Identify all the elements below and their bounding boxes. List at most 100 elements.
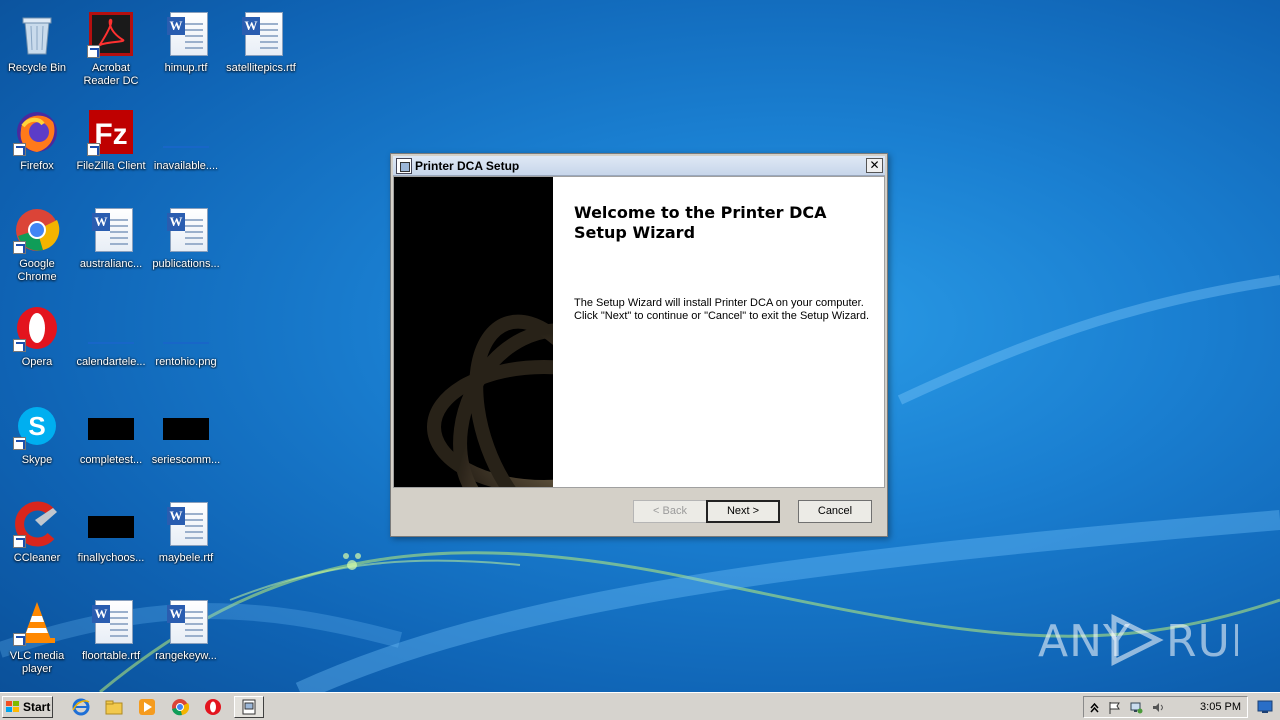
- acrobat-icon: [87, 10, 135, 58]
- desktop-icon-label: publications...: [152, 258, 220, 270]
- desktop-icon-satellitepics[interactable]: W satellitepics.rtf: [224, 4, 298, 96]
- media-player-icon[interactable]: [138, 698, 156, 716]
- description-line: The Setup Wizard will install Printer DC…: [574, 297, 864, 309]
- shortcut-arrow-icon: [13, 143, 26, 156]
- desktop-icon-label: rentohio.png: [155, 356, 217, 368]
- black-file-icon: [162, 402, 210, 450]
- desktop-icon-vlc[interactable]: VLC media player: [0, 592, 74, 684]
- desktop-icon-finallychoos[interactable]: finallychoos...: [74, 494, 148, 586]
- desktop-icon-floortable[interactable]: W floortable.rtf: [74, 592, 148, 684]
- desktop-icon-label: Recycle Bin: [7, 62, 67, 74]
- firefox-icon: [13, 108, 61, 156]
- filezilla-icon: Fz: [87, 108, 135, 156]
- image-file-icon: [162, 304, 210, 352]
- desktop-icon-himup[interactable]: W himup.rtf: [149, 4, 223, 96]
- desktop-icon-label: CCleaner: [13, 552, 61, 564]
- action-center-flag-icon[interactable]: [1108, 701, 1121, 714]
- desktop-icon-label: finallychoos...: [77, 552, 145, 564]
- recycle-bin-icon: [13, 10, 61, 58]
- desktop-icon-label: satellitepics.rtf: [226, 62, 296, 74]
- word-document-icon: W: [87, 206, 135, 254]
- desktop-icon-label: maybele.rtf: [158, 552, 214, 564]
- cancel-button[interactable]: Cancel: [798, 500, 872, 523]
- desktop-icon-label: Skype: [21, 454, 53, 466]
- word-document-icon: W: [162, 206, 210, 254]
- close-button[interactable]: ✕: [866, 158, 883, 173]
- wizard-description: The Setup Wizard will install Printer DC…: [574, 297, 874, 323]
- desktop-icon-skype[interactable]: S Skype: [0, 396, 74, 488]
- desktop-icon-label: completest...: [79, 454, 143, 466]
- shortcut-arrow-icon: [13, 339, 26, 352]
- installer-icon: [396, 158, 412, 174]
- desktop-icon-label: Opera: [21, 356, 53, 368]
- desktop-icon-acrobat[interactable]: Acrobat Reader DC: [74, 4, 148, 96]
- setup-wizard-dialog: Printer DCA Setup ✕ Welcome to the Print…: [390, 153, 888, 537]
- desktop-icon-completest[interactable]: completest...: [74, 396, 148, 488]
- desktop-icon-label: Firefox: [20, 160, 54, 172]
- desktop-icon-label: VLC media player: [9, 650, 65, 675]
- network-icon[interactable]: [1130, 701, 1143, 714]
- skype-icon: S: [13, 402, 61, 450]
- shortcut-arrow-icon: [13, 633, 26, 646]
- chrome-icon: [13, 206, 61, 254]
- black-file-icon: [87, 500, 135, 548]
- description-line: Click "Next" to continue or "Cancel" to …: [574, 310, 870, 322]
- word-document-icon: W: [87, 598, 135, 646]
- wizard-body: Welcome to the Printer DCA Setup Wizard …: [393, 176, 885, 488]
- back-button[interactable]: < Back: [633, 500, 707, 523]
- shortcut-arrow-icon: [87, 45, 100, 58]
- start-button[interactable]: Start: [2, 696, 53, 718]
- desktop-icon-seriescomm[interactable]: seriescomm...: [149, 396, 223, 488]
- desktop-icon-publications[interactable]: W publications...: [149, 200, 223, 292]
- desktop: Recycle Bin Firefox Google Chrome Opera …: [0, 0, 1280, 692]
- desktop-icon-rentohio[interactable]: rentohio.png: [149, 298, 223, 390]
- system-tray: 3:05 PM: [1083, 696, 1248, 718]
- internet-explorer-icon[interactable]: [72, 698, 90, 716]
- opera-taskbar-icon[interactable]: [204, 698, 222, 716]
- image-file-icon: [87, 304, 135, 352]
- file-explorer-icon[interactable]: [105, 698, 123, 716]
- desktop-icon-ccleaner[interactable]: CCleaner: [0, 494, 74, 586]
- desktop-icon-rangekeyw[interactable]: W rangekeyw...: [149, 592, 223, 684]
- desktop-icon-label: inavailable....: [153, 160, 219, 172]
- wizard-heading: Welcome to the Printer DCA Setup Wizard: [574, 203, 827, 242]
- start-label: Start: [23, 700, 51, 714]
- installer-icon: [242, 699, 256, 715]
- show-desktop-button[interactable]: [1252, 696, 1278, 718]
- desktop-icon-australianc[interactable]: W australianc...: [74, 200, 148, 292]
- next-button[interactable]: Next >: [706, 500, 780, 523]
- clock[interactable]: 3:05 PM: [1200, 701, 1241, 713]
- word-document-icon: W: [162, 10, 210, 58]
- desktop-icon-firefox[interactable]: Firefox: [0, 102, 74, 194]
- desktop-icon-calendartele[interactable]: calendartele...: [74, 298, 148, 390]
- vlc-cone-icon: [13, 598, 61, 646]
- dialog-title-bar[interactable]: Printer DCA Setup ✕: [393, 156, 885, 176]
- word-document-icon: W: [162, 500, 210, 548]
- desktop-icon-recycle-bin[interactable]: Recycle Bin: [0, 4, 74, 96]
- desktop-icon-google-chrome[interactable]: Google Chrome: [0, 200, 74, 292]
- word-document-icon: W: [162, 598, 210, 646]
- desktop-icon-label: seriescomm...: [151, 454, 221, 466]
- taskbar: Start 3:05 PM: [0, 692, 1280, 720]
- chrome-taskbar-icon[interactable]: [171, 698, 190, 716]
- ccleaner-icon: [13, 500, 61, 548]
- show-hidden-icons-icon[interactable]: [1088, 701, 1101, 714]
- desktop-icon-inavailable[interactable]: inavailable....: [149, 102, 223, 194]
- wizard-button-row: < Back Next > Cancel: [391, 490, 887, 536]
- desktop-icon-label: Acrobat Reader DC: [83, 62, 139, 87]
- black-file-icon: [87, 402, 135, 450]
- desktop-icon-filezilla[interactable]: Fz FileZilla Client: [74, 102, 148, 194]
- shortcut-arrow-icon: [87, 143, 100, 156]
- desktop-icon-maybele[interactable]: W maybele.rtf: [149, 494, 223, 586]
- svg-text:S: S: [28, 411, 45, 441]
- wizard-content: Welcome to the Printer DCA Setup Wizard …: [574, 203, 874, 323]
- volume-icon[interactable]: [1152, 701, 1165, 714]
- desktop-icon-opera[interactable]: Opera: [0, 298, 74, 390]
- opera-icon: [13, 304, 61, 352]
- shortcut-arrow-icon: [13, 437, 26, 450]
- desktop-icon-label: floortable.rtf: [81, 650, 141, 662]
- monitor-icon: [1257, 700, 1273, 713]
- desktop-icon-label: rangekeyw...: [155, 650, 217, 662]
- word-document-icon: W: [237, 10, 285, 58]
- taskbar-button-printer-dca-setup[interactable]: [234, 696, 264, 718]
